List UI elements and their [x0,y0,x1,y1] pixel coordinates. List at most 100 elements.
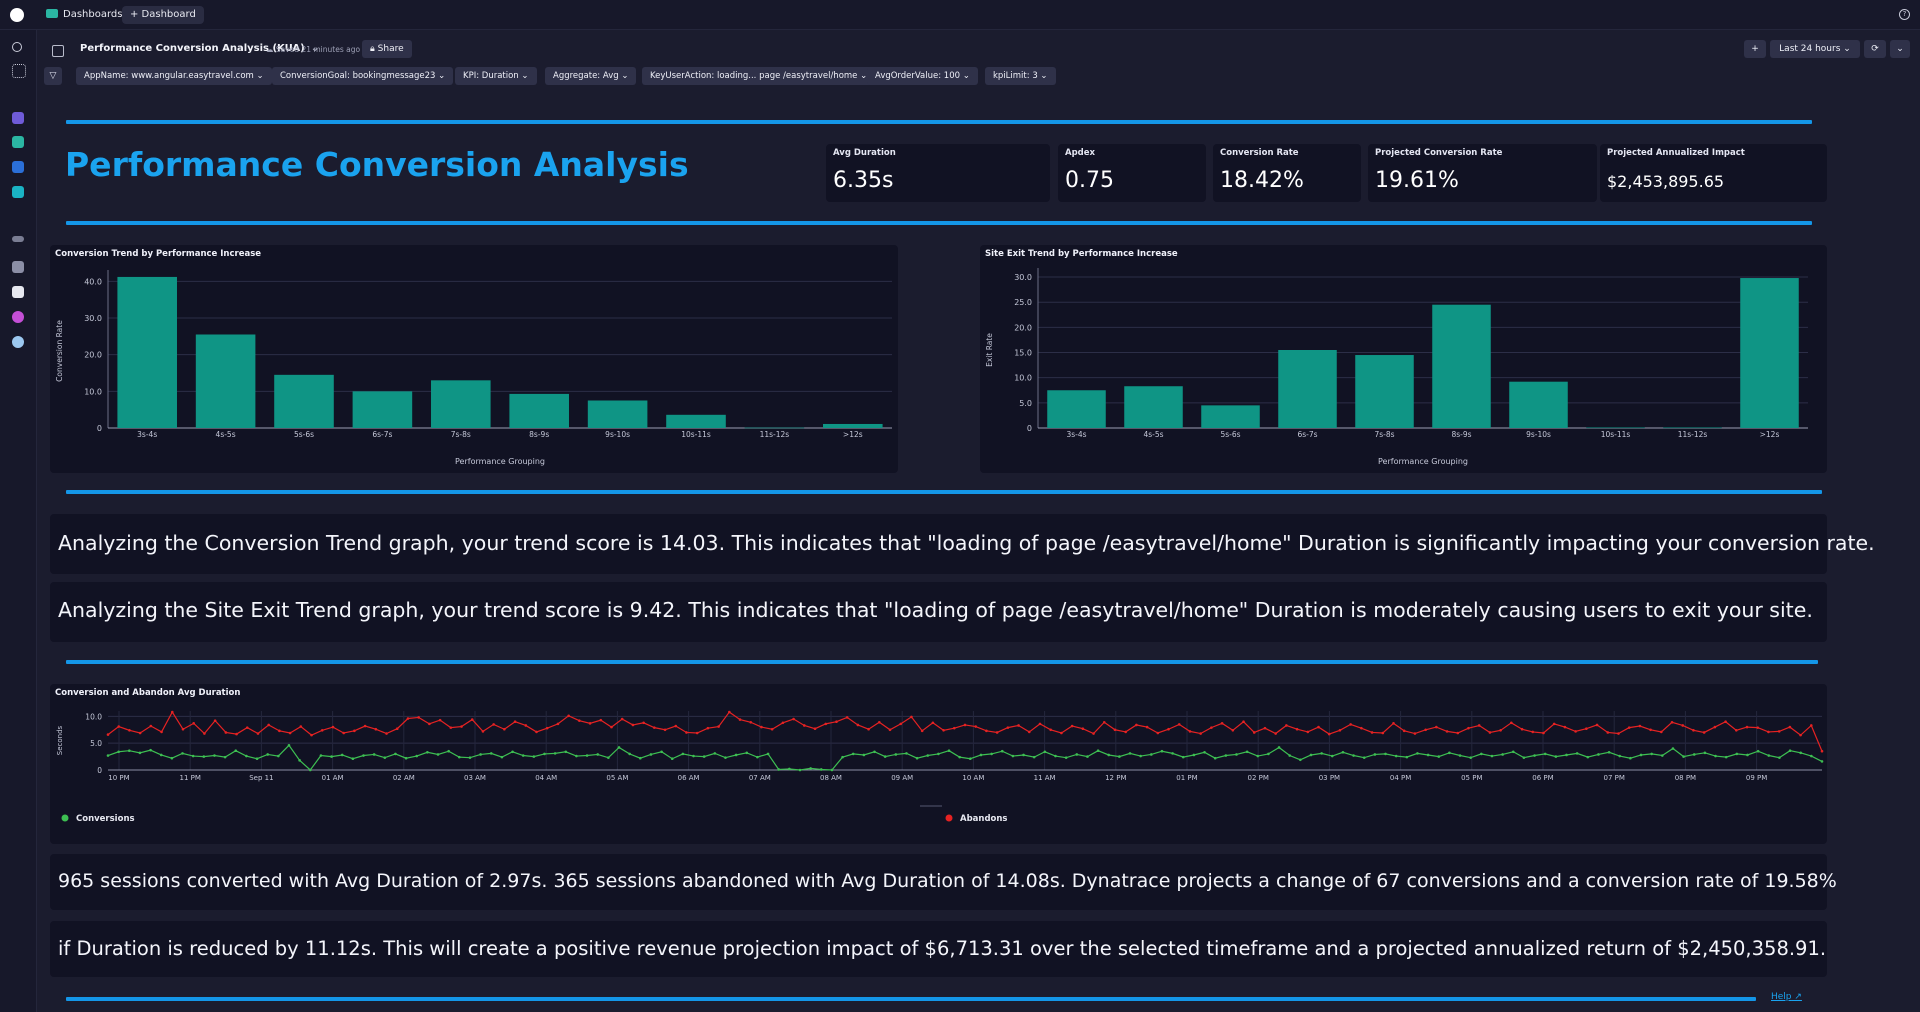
app-icon-9[interactable] [12,336,24,348]
tab-dashboards[interactable]: Dashboards [46,6,122,24]
app-icon-6[interactable] [12,261,24,273]
site-exit-trend-panel[interactable]: Site Exit Trend by Performance Increase … [980,245,1827,473]
conversions-point [798,768,802,772]
conversions-point [1778,756,1781,759]
filter-kpi[interactable]: KPI: Duration ⌄ [455,67,537,85]
abandons-point [1681,724,1685,727]
more-button[interactable]: ⌄ [1890,40,1910,58]
abandons-point [363,724,367,728]
conversions-point [127,749,131,752]
kpi-projected-conversion-rate[interactable]: Projected Conversion Rate 19.61% [1368,144,1597,202]
timeframe-selector[interactable]: Last 24 hours ⌄ [1770,40,1860,58]
conversions-point [937,752,940,756]
abandons-point [1520,727,1524,731]
filter-appname[interactable]: AppName: www.angular.easytravel.com ⌄ [76,67,272,85]
abandons-point [1788,725,1792,729]
bar [274,374,334,428]
app-icon-4[interactable] [12,186,24,198]
app-icon-8[interactable] [12,311,24,323]
sidebar-toggle-icon[interactable] [52,45,64,57]
kpi-apdex[interactable]: Apdex 0.75 [1058,144,1206,202]
conversions-point [1213,756,1217,760]
dashboards-app-icon[interactable] [12,136,24,148]
conversions-point [1746,753,1749,757]
x-tick-label: 12 PM [1105,774,1126,782]
legend-abandons-label: Abandons [960,814,1008,824]
abandons-point [910,715,913,719]
refresh-button[interactable]: ⟳ [1864,40,1886,58]
abandons-point [556,722,560,726]
filter-conversion-goal-label: ConversionGoal: bookingmessage23 [280,71,436,81]
abandons-point [353,729,356,733]
abandons-point [674,724,678,728]
x-tick-label: 05 AM [606,774,628,782]
bar [666,414,726,428]
x-tick-label: 01 PM [1176,774,1197,782]
conversions-point [585,754,589,757]
kpi-value: 6.35s [833,168,894,193]
header-actions: + Last 24 hours ⌄ ⟳ ⌄ [1744,40,1910,58]
kpi-projected-annualized-impact[interactable]: Projected Annualized Impact $2,453,895.6… [1600,144,1827,202]
page-title: Performance Conversion Analysis [65,145,689,184]
abandons-point [524,724,528,727]
conversions-point [1160,749,1164,753]
y-tick-label: 30.0 [84,314,102,323]
add-dashboard-tab[interactable]: + Dashboard [122,6,204,24]
x-tick-label: 3s-4s [1066,430,1086,439]
abandons-point [952,726,956,730]
conversions-point [979,753,983,757]
abandons-point [567,714,570,718]
abandons-point [267,723,270,727]
conversion-trend-panel[interactable]: Conversion Trend by Performance Increase… [50,245,898,473]
conversions-point [415,754,419,758]
abandons-point [1306,730,1310,734]
y-tick-label: 5.0 [1019,399,1032,408]
kpi-conversion-rate[interactable]: Conversion Rate 18.42% [1213,144,1361,202]
abandons-point [417,716,420,719]
abandons-point [1327,732,1331,736]
filter-key-user-action[interactable]: KeyUserAction: loading... page /easytrav… [642,67,876,85]
filter-avg-order-value[interactable]: AvgOrderValue: 100 ⌄ [867,67,978,85]
conversions-point [149,748,152,752]
abandons-point [1295,727,1299,731]
filter-kpi-limit[interactable]: kpiLimit: 3 ⌄ [985,67,1056,85]
conversions-point [287,744,291,747]
x-tick-label: 07 AM [749,774,771,782]
legend-conversions-label: Conversions [76,814,135,824]
dynatrace-logo[interactable] [10,8,24,22]
filter-icon[interactable]: ▽ [44,67,62,85]
conversions-point [213,754,216,757]
share-button[interactable]: 🔒︎ Share [362,40,412,58]
filter-conversion-goal[interactable]: ConversionGoal: bookingmessage23 ⌄ [272,67,454,85]
search-icon[interactable] [12,42,22,52]
x-tick-label: 10s-11s [1601,430,1631,439]
app-icon-5[interactable] [12,236,24,242]
x-axis-label: Performance Grouping [455,457,545,466]
kpi-label: Apdex [1065,148,1095,158]
conversions-point [1086,755,1089,758]
apps-grid-icon[interactable] [12,64,26,78]
x-tick-label: 03 AM [464,774,486,782]
app-icon-3[interactable] [12,161,24,173]
conversions-point [1341,751,1345,754]
conversions-point [394,752,397,756]
app-icon-7[interactable] [12,286,24,298]
conversions-point [958,755,961,759]
conversions-point [1235,753,1238,756]
abandons-point [1799,733,1802,737]
filter-aggregate[interactable]: Aggregate: Avg ⌄ [545,67,637,85]
kpi-avg-duration[interactable]: Avg Duration 6.35s [826,144,1050,202]
y-tick-label: 10.0 [84,387,102,396]
add-tile-button[interactable]: + [1744,40,1766,58]
app-icon-1[interactable] [12,112,24,124]
abandons-point [738,718,742,721]
avg-duration-panel[interactable]: Conversion and Abandon Avg Duration 0 5.0… [50,684,1827,844]
abandons-point [1531,730,1535,734]
abandons-point [845,716,849,719]
conversions-point [1692,753,1696,756]
kpi-value: 19.61% [1375,168,1459,193]
help-icon[interactable]: ? [1899,9,1910,20]
conversions-point [1629,756,1632,760]
help-link[interactable]: Help ↗ [1771,992,1802,1002]
chevron-down-icon: ⌄ [1843,44,1851,54]
